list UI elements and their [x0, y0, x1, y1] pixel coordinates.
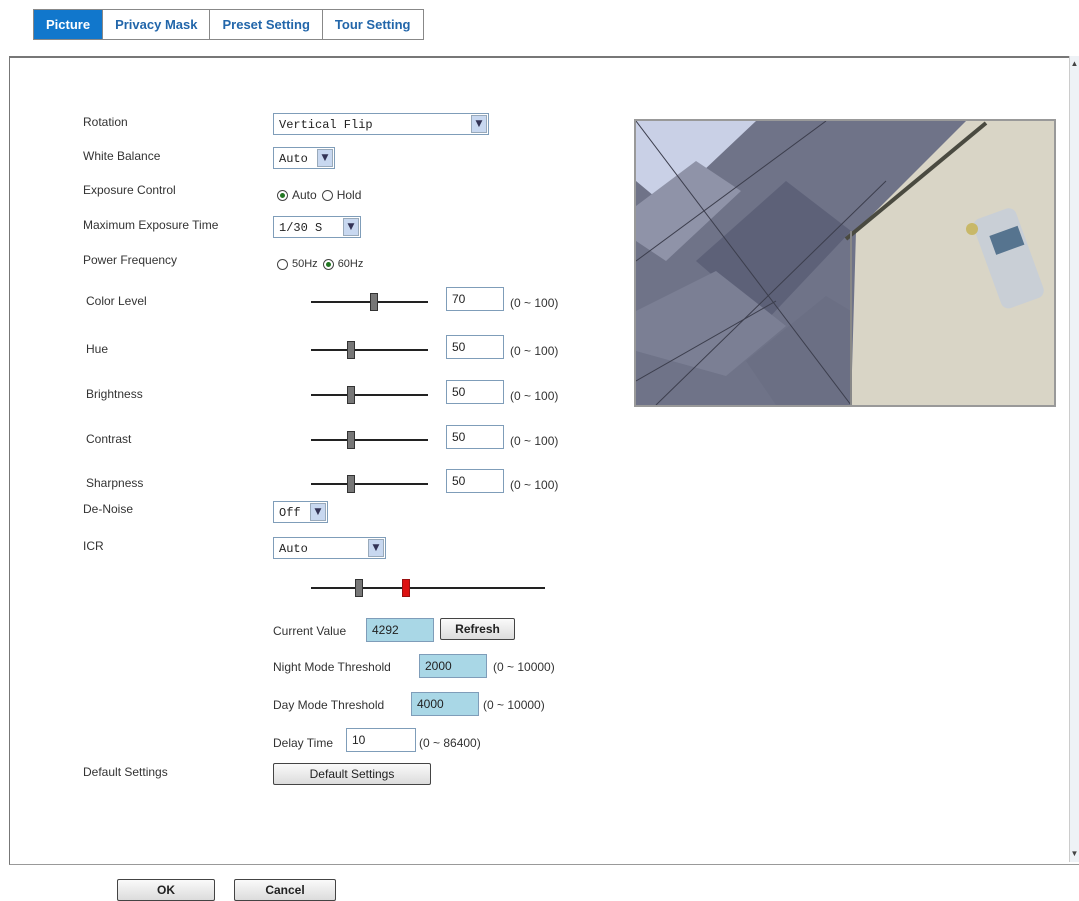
- delay-time-input[interactable]: 10: [346, 728, 416, 752]
- brightness-input[interactable]: 50: [446, 380, 504, 404]
- contrast-input[interactable]: 50: [446, 425, 504, 449]
- scroll-up-icon[interactable]: ▲: [1070, 58, 1079, 70]
- rotation-value: Vertical Flip: [279, 118, 373, 132]
- delay-time-range: (0 ~ 86400): [419, 736, 481, 750]
- hue-slider-track: [311, 349, 428, 351]
- white-balance-label: White Balance: [83, 149, 161, 163]
- tab-preset-setting[interactable]: Preset Setting: [210, 10, 323, 39]
- night-threshold-input[interactable]: 2000: [419, 654, 487, 678]
- delay-time-label: Delay Time: [273, 736, 334, 750]
- icr-day-thumb[interactable]: [402, 579, 410, 597]
- hue-input[interactable]: 50: [446, 335, 504, 359]
- icr-label: ICR: [83, 539, 104, 553]
- contrast-slider-thumb[interactable]: [347, 431, 355, 449]
- chevron-down-icon: ▼: [368, 539, 384, 557]
- white-balance-value: Auto: [279, 152, 308, 166]
- chevron-down-icon: ▼: [343, 218, 359, 236]
- sharpness-input[interactable]: 50: [446, 469, 504, 493]
- exposure-hold-label: Hold: [336, 188, 362, 202]
- freq-60hz-radio[interactable]: [322, 258, 334, 270]
- rotation-select[interactable]: Vertical Flip ▼: [273, 113, 489, 135]
- white-balance-select[interactable]: Auto ▼: [273, 147, 335, 169]
- sharpness-slider-thumb[interactable]: [347, 475, 355, 493]
- sharpness-range: (0 ~ 100): [510, 478, 559, 492]
- exposure-auto-label: Auto: [292, 188, 317, 202]
- icr-night-thumb[interactable]: [355, 579, 363, 597]
- icr-select[interactable]: Auto ▼: [273, 537, 386, 559]
- exposure-control-label: Exposure Control: [83, 183, 176, 197]
- refresh-button[interactable]: Refresh: [440, 618, 515, 640]
- max-exposure-value: 1/30 S: [279, 221, 323, 235]
- chevron-down-icon: ▼: [317, 149, 333, 167]
- brightness-range: (0 ~ 100): [510, 389, 559, 403]
- color-level-input[interactable]: 70: [446, 287, 504, 311]
- de-noise-label: De-Noise: [83, 502, 134, 516]
- max-exposure-select[interactable]: 1/30 S ▼: [273, 216, 361, 238]
- hue-range: (0 ~ 100): [510, 344, 559, 358]
- rotation-label: Rotation: [83, 115, 128, 129]
- brightness-slider-track: [311, 394, 428, 396]
- tab-bar: Picture Privacy Mask Preset Setting Tour…: [33, 9, 424, 40]
- day-threshold-input[interactable]: 4000: [411, 692, 479, 716]
- tab-privacy-mask[interactable]: Privacy Mask: [103, 10, 211, 39]
- de-noise-select[interactable]: Off ▼: [273, 501, 328, 523]
- tab-tour-setting[interactable]: Tour Setting: [322, 10, 423, 39]
- color-level-label: Color Level: [86, 294, 147, 308]
- current-value-field: 4292: [366, 618, 434, 642]
- power-frequency-radios: 50Hz 60Hz: [277, 258, 363, 270]
- cancel-button[interactable]: Cancel: [234, 879, 336, 901]
- exposure-hold-radio[interactable]: [321, 189, 333, 201]
- ok-button[interactable]: OK: [117, 879, 215, 901]
- icr-value: Auto: [279, 542, 308, 556]
- max-exposure-label: Maximum Exposure Time: [83, 218, 219, 232]
- day-threshold-label: Day Mode Threshold: [273, 698, 385, 712]
- chevron-down-icon: ▼: [310, 503, 326, 521]
- color-level-range: (0 ~ 100): [510, 296, 559, 310]
- chevron-down-icon: ▼: [471, 115, 487, 133]
- scroll-down-icon[interactable]: ▼: [1070, 848, 1079, 860]
- power-frequency-label: Power Frequency: [83, 253, 178, 267]
- contrast-label: Contrast: [86, 432, 132, 446]
- default-settings-button[interactable]: Default Settings: [273, 763, 431, 785]
- scrollbar[interactable]: ▲ ▼: [1069, 56, 1079, 862]
- contrast-range: (0 ~ 100): [510, 434, 559, 448]
- hue-slider-thumb[interactable]: [347, 341, 355, 359]
- contrast-slider-track: [311, 439, 428, 441]
- hue-label: Hue: [86, 342, 109, 356]
- default-settings-label: Default Settings: [83, 765, 168, 779]
- exposure-auto-radio[interactable]: [277, 189, 288, 201]
- freq-60hz-label: 60Hz: [337, 258, 364, 270]
- freq-50hz-radio[interactable]: [277, 258, 288, 270]
- color-level-slider-thumb[interactable]: [370, 293, 378, 311]
- current-value-label: Current Value: [273, 624, 347, 638]
- brightness-slider-thumb[interactable]: [347, 386, 355, 404]
- icr-threshold-track: [311, 587, 545, 589]
- night-threshold-label: Night Mode Threshold: [273, 660, 391, 674]
- freq-50hz-label: 50Hz: [292, 258, 318, 270]
- camera-preview-image: [636, 121, 1054, 405]
- camera-preview: [634, 119, 1056, 407]
- day-threshold-range: (0 ~ 10000): [483, 698, 545, 712]
- sharpness-label: Sharpness: [86, 476, 144, 490]
- de-noise-value: Off: [279, 506, 301, 520]
- night-threshold-range: (0 ~ 10000): [493, 660, 555, 674]
- exposure-control-radios: Auto Hold: [277, 188, 361, 202]
- sharpness-slider-track: [311, 483, 428, 485]
- tab-picture[interactable]: Picture: [34, 10, 104, 39]
- brightness-label: Brightness: [86, 387, 143, 401]
